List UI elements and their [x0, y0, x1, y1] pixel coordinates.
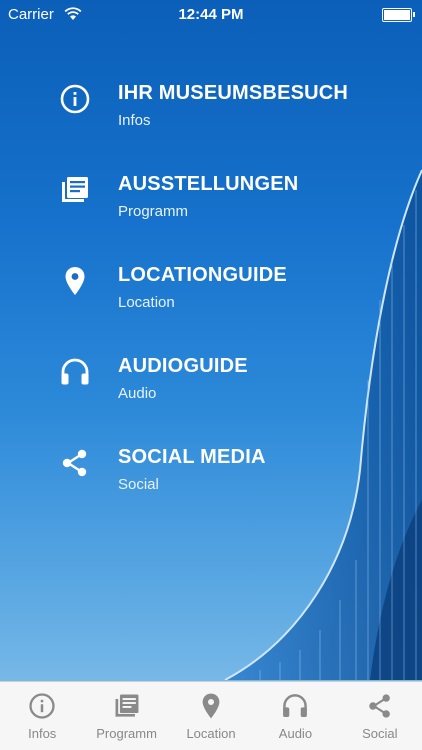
share-icon [62, 449, 87, 477]
tab-audio[interactable]: Audio [253, 682, 337, 750]
menu-item-social-media[interactable]: SOCIAL MEDIA Social [58, 446, 388, 516]
newspaper-icon [115, 694, 139, 717]
menu-title: SOCIAL MEDIA [118, 446, 266, 468]
menu-item-museumsbesuch[interactable]: IHR MUSEUMSBESUCH Infos [58, 82, 388, 152]
headphones-icon [61, 358, 89, 385]
tab-label: Location [186, 726, 236, 741]
menu-subtitle: Location [118, 294, 175, 311]
tab-programm[interactable]: Programm [84, 682, 168, 750]
menu-item-audioguide[interactable]: AUDIOGUIDE Audio [58, 355, 388, 425]
menu-item-locationguide[interactable]: LOCATIONGUIDE Location [58, 264, 388, 334]
menu-subtitle: Infos [118, 112, 151, 129]
location-pin-icon [202, 693, 220, 719]
menu-item-ausstellungen[interactable]: AUSSTELLUNGEN Programm [58, 173, 388, 243]
share-icon [369, 694, 390, 718]
menu-title: AUSSTELLUNGEN [118, 173, 299, 195]
tab-infos[interactable]: Infos [0, 682, 84, 750]
tab-label: Audio [278, 726, 313, 741]
location-pin-icon [65, 267, 85, 295]
menu-subtitle: Social [118, 476, 159, 493]
menu-title: AUDIOGUIDE [118, 355, 248, 377]
tab-label: Programm [96, 726, 157, 741]
tab-label: Infos [28, 726, 57, 741]
battery-icon [382, 8, 415, 22]
menu-subtitle: Programm [118, 203, 189, 220]
info-icon [29, 693, 55, 719]
menu-subtitle: Audio [118, 385, 157, 402]
menu-title: IHR MUSEUMSBESUCH [118, 82, 349, 104]
home-screen: Carrier 12:44 PM IHR MUSEUMSBESUCH Infos [0, 0, 422, 750]
status-time: 12:44 PM [178, 6, 244, 23]
tab-label: Social [362, 726, 398, 741]
status-bar: Carrier 12:44 PM [0, 0, 422, 30]
info-icon [60, 84, 90, 114]
headphones-icon [283, 694, 308, 718]
tab-location[interactable]: Location [169, 682, 253, 750]
tab-bar: Infos Programm Location Audio Social [0, 681, 422, 750]
tab-social[interactable]: Social [338, 682, 422, 750]
newspaper-icon [62, 177, 88, 202]
menu-title: LOCATIONGUIDE [118, 264, 287, 286]
